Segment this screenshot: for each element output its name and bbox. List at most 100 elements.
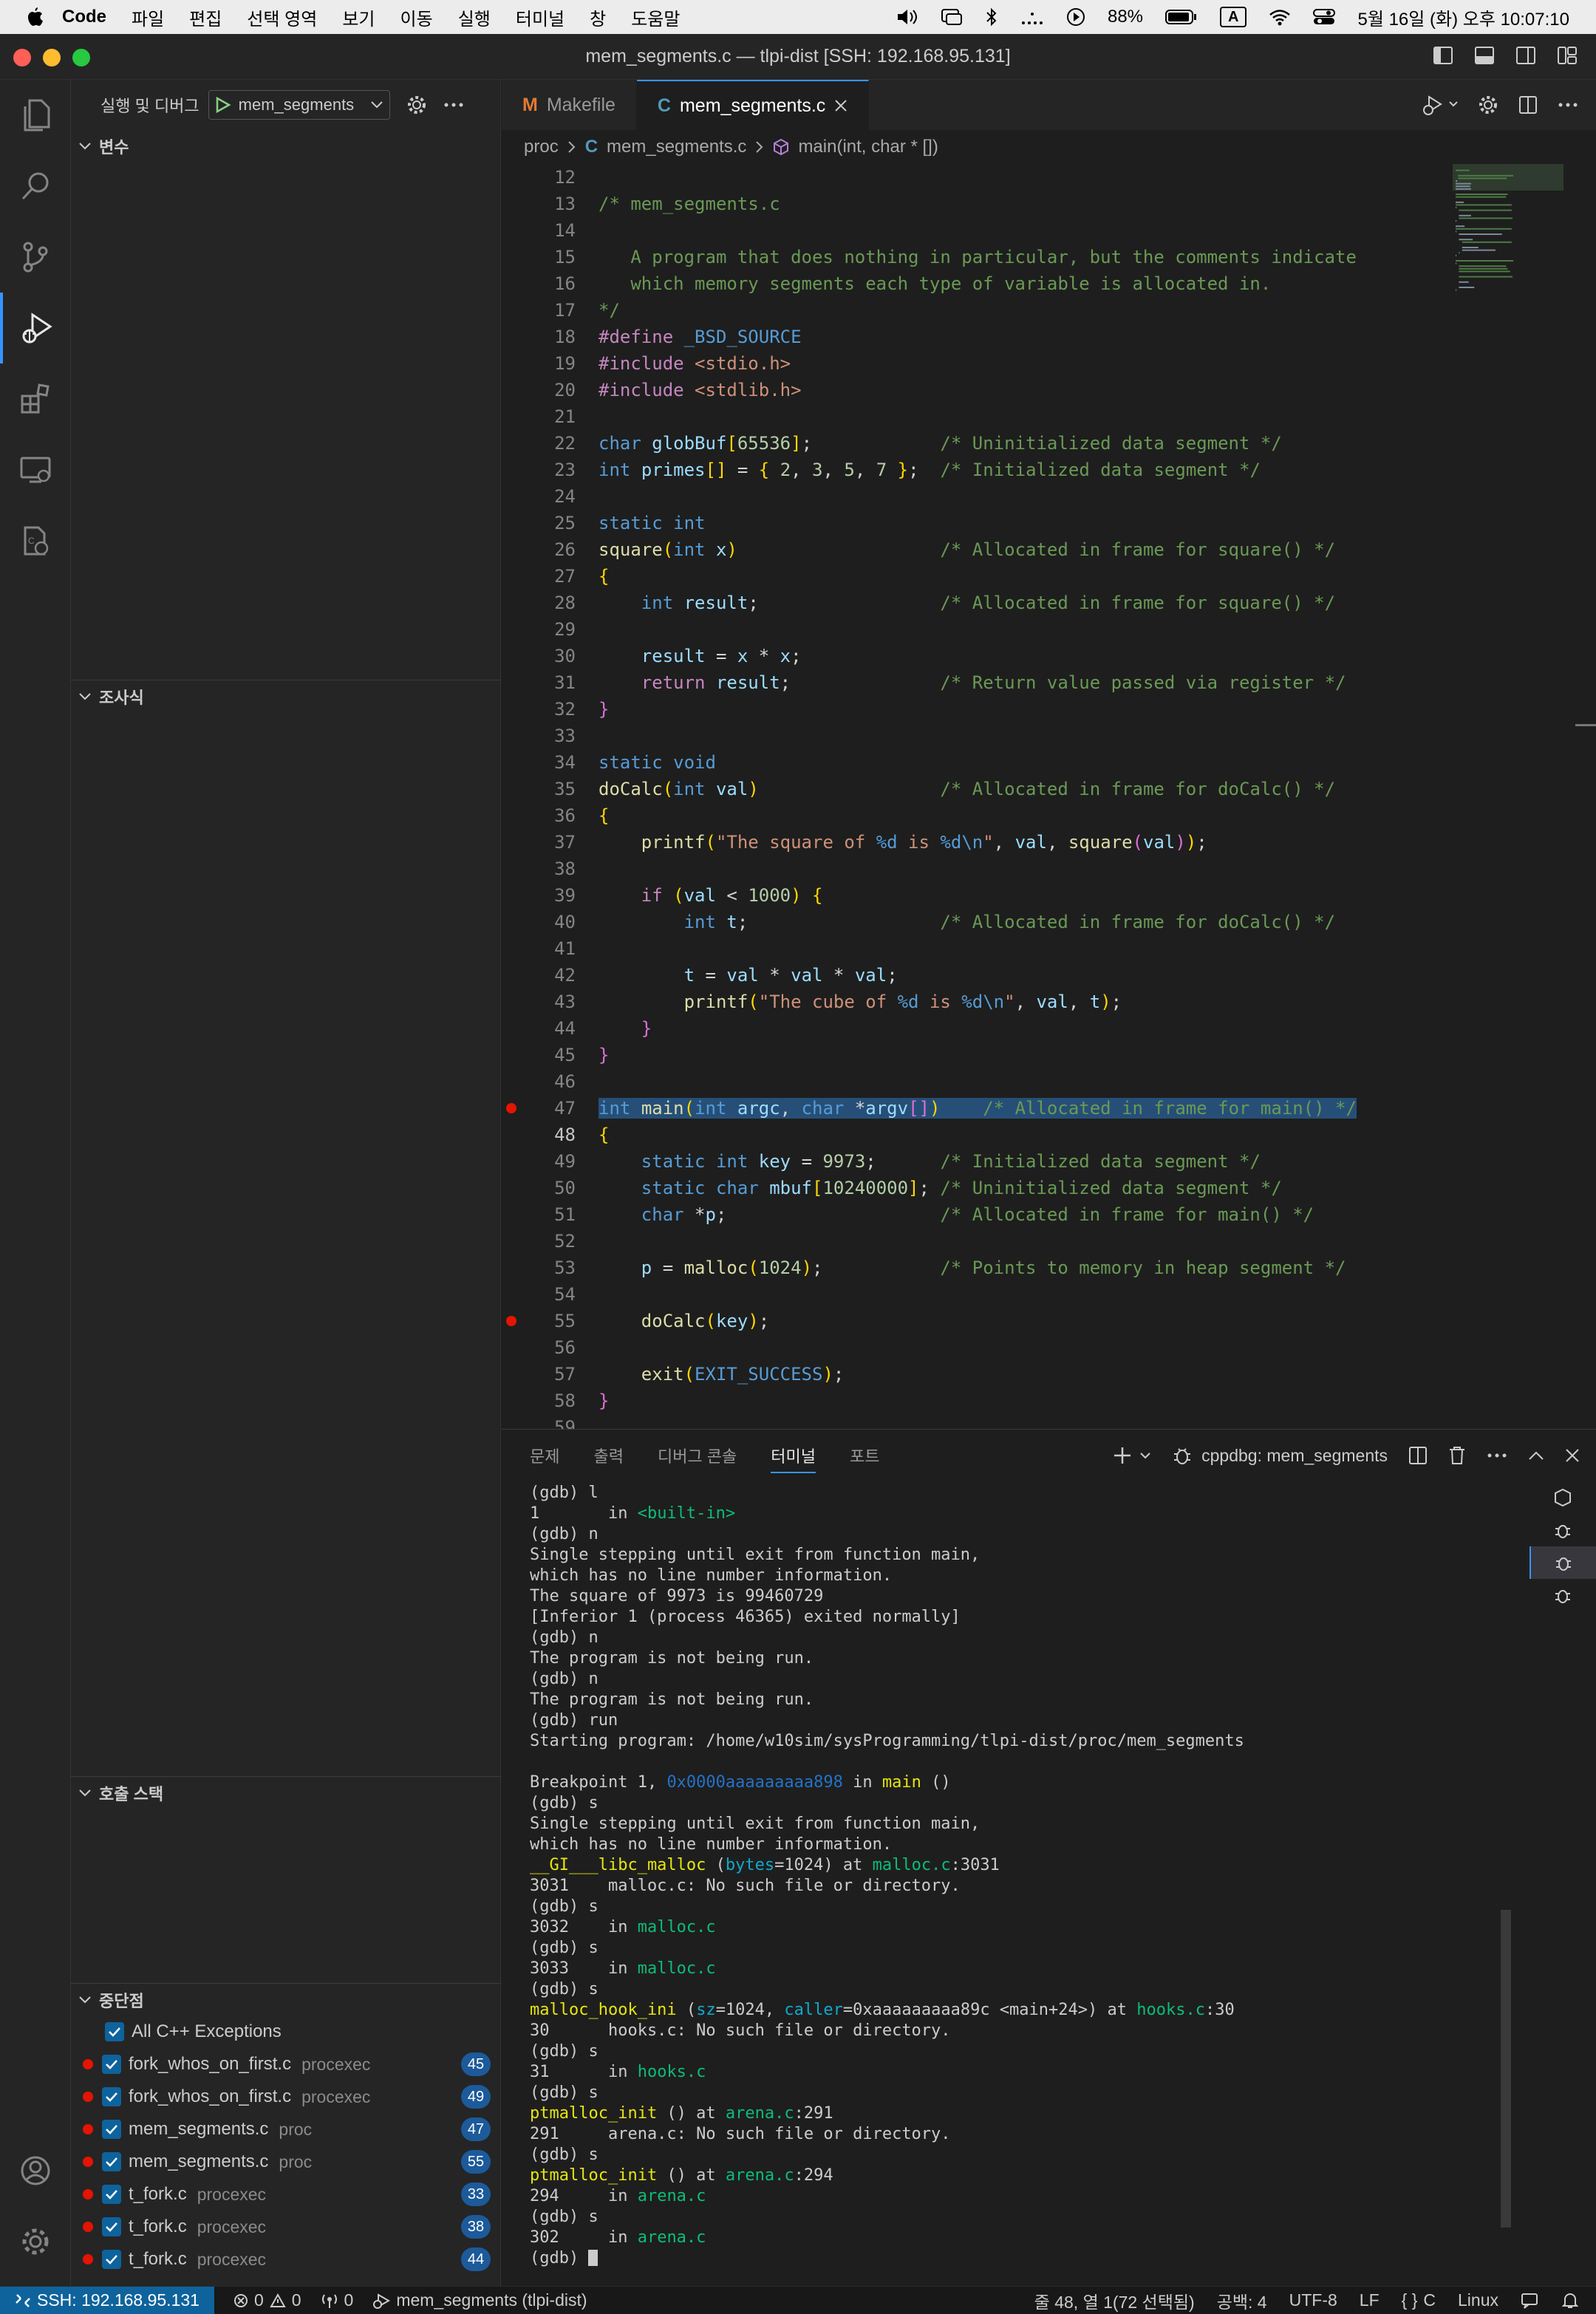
platform-label[interactable]: Linux [1458, 2290, 1498, 2310]
debug-config-select[interactable]: mem_segments [208, 90, 390, 120]
line-number[interactable]: 48 [502, 1124, 576, 1145]
line-number[interactable]: 14 [502, 220, 576, 241]
code-line[interactable]: 46 [502, 1068, 1596, 1095]
code-line[interactable]: 31 return result; /* Return value passed… [502, 669, 1596, 696]
line-number[interactable]: 51 [502, 1204, 576, 1225]
code-line[interactable]: 23 int primes[] = { 2, 3, 5, 7 }; /* Init… [502, 457, 1596, 483]
line-number[interactable]: 39 [502, 885, 576, 906]
line-number[interactable]: 43 [502, 992, 576, 1012]
minimap[interactable] [1453, 164, 1563, 341]
code-line[interactable]: 24 [502, 483, 1596, 510]
checkbox-checked-icon[interactable] [102, 2087, 121, 2106]
line-number[interactable]: 29 [502, 619, 576, 640]
code-line[interactable]: 13 /* mem_segments.c [502, 191, 1596, 217]
line-number[interactable]: 28 [502, 593, 576, 613]
menu-terminal[interactable]: 터미널 [516, 4, 565, 30]
code-line[interactable]: 54 [502, 1281, 1596, 1308]
watch-section-header[interactable]: 조사식 [71, 680, 501, 712]
callstack-section-header[interactable]: 호출 스택 [71, 1776, 501, 1809]
copilot-feedback-icon[interactable] [1521, 2292, 1540, 2310]
terminal-output[interactable]: (gdb) l 1 in <built-in> (gdb) n Single step… [530, 1483, 1505, 2281]
line-number[interactable]: 45 [502, 1045, 576, 1065]
file-encoding[interactable]: UTF-8 [1289, 2290, 1337, 2310]
more-actions-icon[interactable] [1558, 101, 1578, 109]
code-line[interactable]: 57 exit(EXIT_SUCCESS); [502, 1361, 1596, 1388]
breakpoint-row[interactable]: mem_segments.c proc 55 [71, 2146, 501, 2178]
breadcrumb-symbol[interactable]: main(int, char * []) [798, 137, 938, 157]
control-center-icon[interactable] [1313, 8, 1336, 26]
menubar-clock[interactable]: 5월 16일 (화) 오후 10:07:10 [1357, 4, 1569, 30]
breadcrumb-folder[interactable]: proc [524, 137, 559, 157]
line-number[interactable]: 37 [502, 832, 576, 853]
breakpoint-dot-icon[interactable] [506, 1316, 516, 1326]
line-number[interactable]: 32 [502, 699, 576, 720]
code-line[interactable]: 52 [502, 1228, 1596, 1255]
editor-scrollbar[interactable] [1575, 724, 1596, 726]
line-number[interactable]: 56 [502, 1337, 576, 1358]
breakpoint-dot-icon[interactable] [506, 1103, 516, 1113]
line-number[interactable]: 38 [502, 859, 576, 879]
menu-go[interactable]: 이동 [400, 4, 433, 30]
code-editor[interactable]: 12 13 /* mem_segments.c 14 15 A program that… [502, 164, 1596, 1429]
code-line[interactable]: 50 static char mbuf[10240000]; /* Uninit… [502, 1175, 1596, 1201]
cmake-tools-icon[interactable]: C [0, 505, 71, 576]
code-line[interactable]: 17 */ [502, 297, 1596, 324]
menu-run[interactable]: 실행 [458, 4, 491, 30]
chevron-down-icon[interactable] [370, 100, 383, 110]
code-line[interactable]: 44 } [502, 1015, 1596, 1042]
bluetooth-icon[interactable] [985, 7, 998, 27]
source-control-icon[interactable] [0, 222, 71, 293]
menu-help[interactable]: 도움말 [631, 4, 680, 30]
line-number[interactable]: 54 [502, 1284, 576, 1305]
code-line[interactable]: 48 { [502, 1122, 1596, 1148]
run-debug-icon[interactable] [0, 293, 71, 364]
code-line[interactable]: 18 #define _BSD_SOURCE [502, 324, 1596, 350]
code-line[interactable]: 56 [502, 1334, 1596, 1361]
volume-icon[interactable] [896, 8, 918, 26]
terminal-debug-bug-icon[interactable] [1530, 1579, 1596, 1611]
menu-selection[interactable]: 선택 영역 [247, 4, 317, 30]
window-close-button[interactable] [13, 49, 31, 66]
toggle-primary-sidebar-icon[interactable] [1432, 44, 1454, 66]
menu-app-name[interactable]: Code [62, 7, 106, 27]
maximize-panel-chevron-up-icon[interactable] [1528, 1450, 1544, 1461]
tab-ports[interactable]: 포트 [850, 1444, 879, 1467]
code-line[interactable]: 55 doCalc(key); [502, 1308, 1596, 1334]
tab-mem-segments[interactable]: C mem_segments.c [636, 80, 870, 130]
checkbox-checked-icon[interactable] [102, 2055, 121, 2074]
extensions-icon[interactable] [0, 364, 71, 434]
code-line[interactable]: 25 static int [502, 510, 1596, 536]
code-line[interactable]: 37 printf("The square of %d is %d\n", va… [502, 829, 1596, 856]
explorer-icon[interactable] [0, 80, 71, 151]
code-line[interactable]: 16 which memory segments each type of va… [502, 270, 1596, 297]
breakpoints-section-header[interactable]: 중단점 [71, 1983, 501, 2016]
code-line[interactable]: 28 int result; /* Allocated in frame for… [502, 590, 1596, 616]
trash-icon[interactable] [1448, 1446, 1466, 1465]
menu-view[interactable]: 보기 [342, 4, 375, 30]
window-zoom-button[interactable] [72, 49, 90, 66]
checkbox-checked-icon[interactable] [102, 2152, 121, 2171]
code-line[interactable]: 36 { [502, 802, 1596, 829]
line-number[interactable]: 21 [502, 406, 576, 427]
terminal-name[interactable]: cppdbg: mem_segments [1201, 1446, 1388, 1466]
code-line[interactable]: 51 char *p; /* Allocated in frame for ma… [502, 1201, 1596, 1228]
line-number[interactable]: 18 [502, 327, 576, 347]
line-number[interactable]: 20 [502, 380, 576, 400]
code-line[interactable]: 20 #include <stdlib.h> [502, 377, 1596, 403]
network-dots-icon[interactable] [1020, 8, 1044, 26]
code-line[interactable]: 12 [502, 164, 1596, 191]
checkbox-checked-icon[interactable] [102, 2217, 121, 2236]
code-line[interactable]: 53 p = malloc(1024); /* Points to memory… [502, 1255, 1596, 1281]
line-number[interactable]: 25 [502, 513, 576, 533]
run-debug-file-icon[interactable] [1422, 94, 1459, 116]
line-number[interactable]: 53 [502, 1257, 576, 1278]
code-line[interactable]: 14 [502, 217, 1596, 244]
line-number[interactable]: 27 [502, 566, 576, 587]
line-number[interactable]: 33 [502, 726, 576, 746]
menu-edit[interactable]: 편집 [189, 4, 222, 30]
menu-file[interactable]: 파일 [132, 4, 164, 30]
start-debugging-icon[interactable] [215, 96, 231, 114]
tab-debug-console[interactable]: 디버그 콘솔 [658, 1444, 737, 1467]
new-terminal-plus-icon[interactable] [1113, 1446, 1132, 1465]
split-terminal-icon[interactable] [1408, 1446, 1428, 1465]
